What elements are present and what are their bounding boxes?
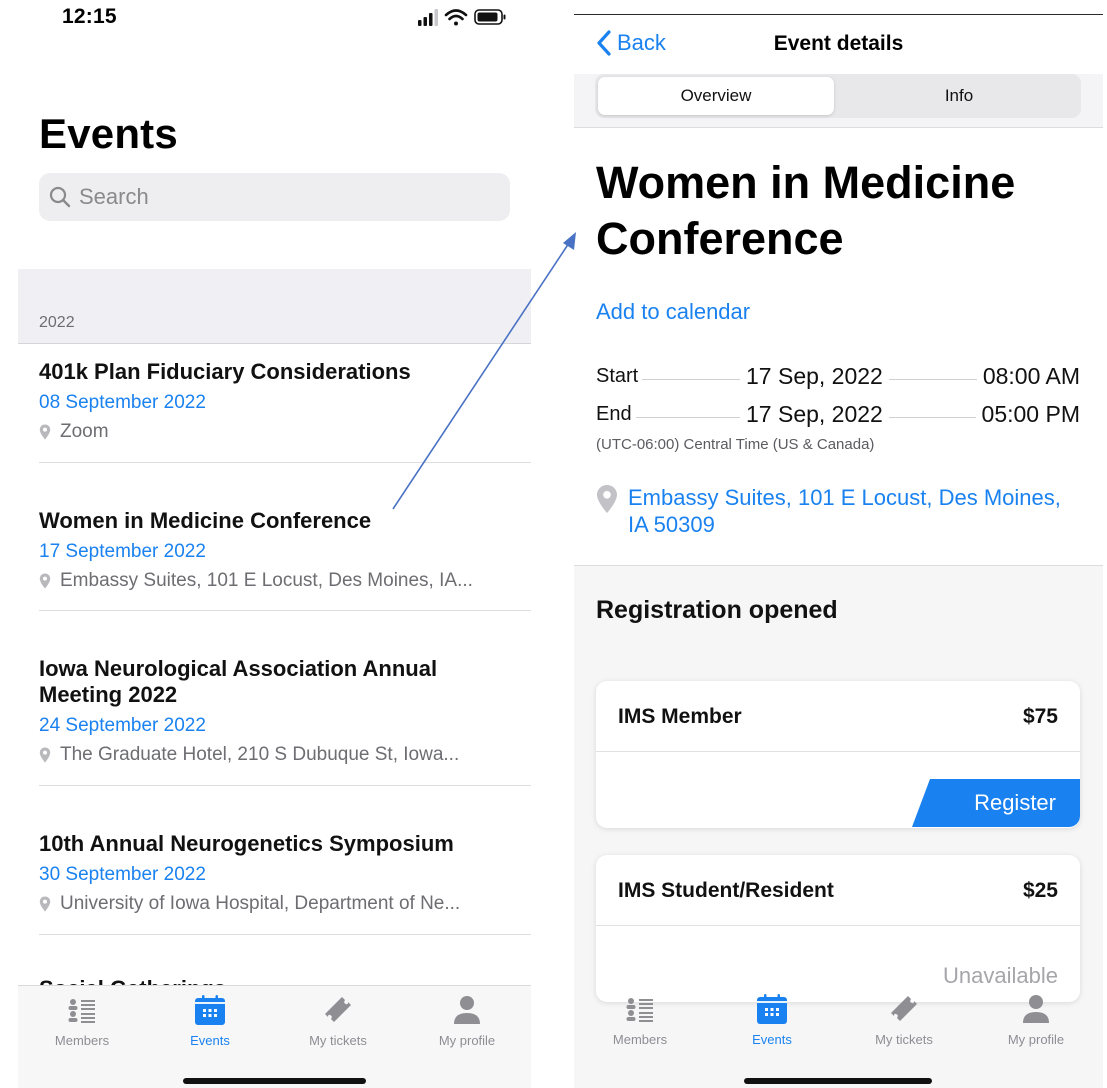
event-title: 401k Plan Fiduciary Considerations	[39, 359, 411, 384]
venue-link[interactable]: Embassy Suites, 101 E Locust, Des Moines…	[596, 484, 1066, 538]
event-date: 30 September 2022	[39, 864, 206, 885]
search-icon	[49, 186, 71, 208]
search-input[interactable]	[79, 181, 499, 213]
calendar-icon	[757, 994, 787, 1024]
ticket-icon	[325, 997, 351, 1022]
location-pin-icon	[39, 573, 51, 589]
location-pin-icon	[597, 485, 617, 513]
event-date: 17 September 2022	[39, 541, 206, 562]
location-pin-icon	[39, 424, 51, 440]
timezone-label: (UTC-06:00) Central Time (US & Canada)	[596, 436, 875, 453]
tab-events[interactable]: Events	[146, 994, 274, 1048]
calendar-icon	[195, 995, 225, 1025]
add-to-calendar-link[interactable]: Add to calendar	[596, 299, 750, 325]
ticket-icon	[891, 996, 917, 1021]
end-date: 17 Sep, 2022	[740, 401, 889, 428]
divider	[574, 14, 1103, 15]
tab-my-tickets[interactable]: My tickets	[274, 994, 402, 1048]
event-date: 24 September 2022	[39, 715, 206, 736]
event-title: 10th Annual Neurogenetics Symposium	[39, 831, 454, 856]
event-list-item[interactable]: 401k Plan Fiduciary Considerations 08 Se…	[39, 359, 531, 463]
segment-bar: Overview Info	[574, 74, 1103, 128]
home-indicator[interactable]	[183, 1078, 366, 1084]
cellular-signal-icon	[418, 9, 438, 26]
register-button[interactable]: Register	[912, 779, 1080, 827]
status-icons	[418, 9, 506, 26]
person-icon	[454, 996, 480, 1024]
event-title: Women in Medicine Conference	[596, 157, 1016, 264]
section-header: 2022	[18, 269, 531, 344]
start-row: Start 17 Sep, 2022 08:00 AM	[596, 362, 1080, 390]
tab-events[interactable]: Events	[708, 993, 836, 1047]
ticket-card: IMS Student/Resident $25 Unavailable	[596, 855, 1080, 1002]
battery-icon	[474, 9, 506, 25]
page-title: Events	[39, 110, 178, 157]
event-list-item[interactable]: Iowa Neurological Association Annual Mee…	[39, 656, 531, 786]
ticket-header: IMS Member $75	[596, 681, 1080, 752]
event-list-item[interactable]: Women in Medicine Conference 17 Septembe…	[39, 508, 531, 611]
segment-overview[interactable]: Overview	[598, 77, 834, 115]
venue-address: Embassy Suites, 101 E Locust, Des Moines…	[628, 485, 1061, 537]
nav-title: Event details	[773, 32, 904, 55]
tab-members[interactable]: Members	[576, 993, 704, 1047]
tab-bar: Members Events My tickets My profile	[574, 985, 1103, 1088]
start-time: 08:00 AM	[976, 363, 1080, 390]
event-date: 08 September 2022	[39, 392, 206, 413]
ticket-name: IMS Student/Resident	[618, 879, 834, 902]
search-bar[interactable]	[39, 173, 510, 221]
registration-heading: Registration opened	[596, 596, 838, 624]
start-label: Start	[596, 365, 643, 388]
ticket-name: IMS Member	[618, 705, 742, 728]
status-time: 12:15	[62, 5, 117, 28]
end-time: 05:00 PM	[975, 401, 1080, 428]
event-location: The Graduate Hotel, 210 S Dubuque St, Io…	[39, 744, 531, 766]
events-list-screen: 12:15 Events 2022 401k Plan Fiduciar	[0, 0, 548, 1088]
event-title: Women in Medicine Conference	[39, 508, 372, 533]
end-row: End 17 Sep, 2022 05:00 PM	[596, 400, 1080, 428]
tab-my-profile[interactable]: My profile	[403, 994, 531, 1048]
event-list-item[interactable]: 10th Annual Neurogenetics Symposium 30 S…	[39, 831, 531, 935]
ticket-price: $25	[1022, 879, 1058, 902]
person-icon	[1023, 995, 1049, 1023]
section-year: 2022	[39, 314, 75, 331]
wifi-icon	[444, 9, 468, 26]
tab-my-tickets[interactable]: My tickets	[840, 993, 968, 1047]
event-details-screen: Back Event details Overview Info Women i…	[574, 0, 1103, 1088]
tab-my-profile[interactable]: My profile	[972, 993, 1100, 1047]
start-date: 17 Sep, 2022	[740, 363, 889, 390]
event-title: Iowa Neurological Association Annual Mee…	[39, 656, 438, 707]
members-icon	[626, 998, 653, 1022]
members-icon	[68, 999, 95, 1023]
ticket-price: $75	[1022, 705, 1058, 728]
segment-info[interactable]: Info	[841, 77, 1077, 115]
location-pin-icon	[39, 896, 51, 912]
event-location: Zoom	[39, 421, 531, 443]
tab-bar: Members Events My tickets My profile	[18, 985, 531, 1088]
end-label: End	[596, 403, 636, 426]
ticket-card: IMS Member $75 Register	[596, 681, 1080, 828]
event-location: Embassy Suites, 101 E Locust, Des Moines…	[39, 570, 531, 592]
segmented-control: Overview Info	[595, 74, 1081, 118]
ticket-header: IMS Student/Resident $25	[596, 855, 1080, 926]
location-pin-icon	[39, 747, 51, 763]
home-indicator[interactable]	[744, 1078, 932, 1084]
tab-members[interactable]: Members	[18, 994, 146, 1048]
event-location: University of Iowa Hospital, Department …	[39, 893, 531, 915]
